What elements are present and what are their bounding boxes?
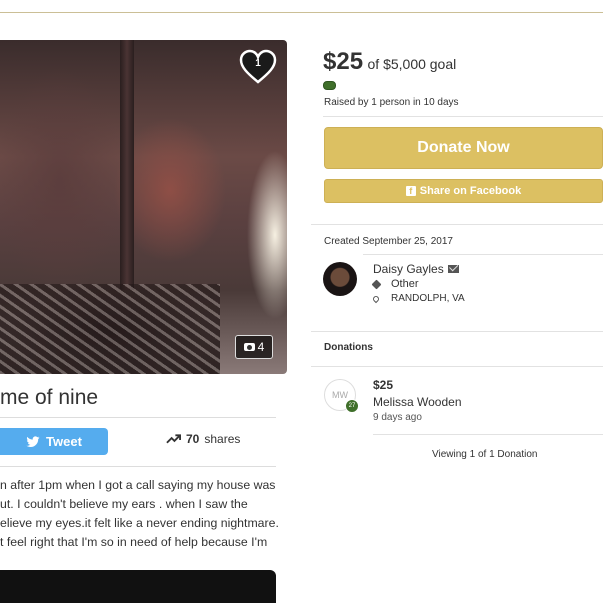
donations-heading: Donations bbox=[324, 342, 373, 353]
progress-fill bbox=[323, 81, 336, 90]
organizer-location: RANDOLPH, VA bbox=[371, 293, 465, 304]
trending-up-icon bbox=[166, 434, 181, 444]
divider bbox=[0, 466, 276, 467]
facebook-icon: f bbox=[405, 186, 416, 196]
twitter-bird-icon bbox=[26, 435, 40, 447]
campaign-photo[interactable] bbox=[0, 40, 287, 374]
photo-detail bbox=[0, 284, 220, 374]
photo-count: 4 bbox=[257, 340, 265, 354]
location-text: RANDOLPH, VA bbox=[391, 293, 465, 304]
created-date: Created September 25, 2017 bbox=[324, 236, 453, 247]
photo-gallery-button[interactable]: 4 bbox=[235, 335, 273, 359]
campaign-story: n after 1pm when I got a call saying my … bbox=[0, 476, 290, 552]
organizer-name-text[interactable]: Daisy Gayles bbox=[373, 262, 444, 276]
amount-raised: $25 bbox=[323, 48, 364, 75]
donation-amount: $25 bbox=[373, 378, 394, 392]
avatar[interactable] bbox=[323, 262, 357, 296]
location-pin-icon bbox=[371, 294, 381, 303]
tag-icon bbox=[371, 279, 382, 289]
funding-summary: $25 of $5,000 goal bbox=[323, 48, 456, 76]
story-line: n after 1pm when I got a call saying my … bbox=[0, 478, 276, 492]
share-facebook-button[interactable]: f Share on Facebook bbox=[324, 179, 603, 203]
divider bbox=[311, 331, 603, 332]
like-button[interactable]: 1 bbox=[239, 49, 277, 85]
category-text[interactable]: Other bbox=[391, 278, 419, 290]
share-count: 70 shares bbox=[166, 432, 240, 446]
mail-icon[interactable] bbox=[447, 265, 459, 273]
divider bbox=[0, 417, 276, 418]
story-line: t feel right that I'm so in need of help… bbox=[0, 535, 268, 549]
organizer-name[interactable]: Daisy Gayles bbox=[373, 262, 459, 276]
goal-text: of $5,000 goal bbox=[367, 56, 457, 72]
raised-text: Raised by 1 person in 10 days bbox=[324, 97, 459, 108]
campaign-title: me of nine bbox=[0, 386, 99, 409]
like-count: 1 bbox=[255, 58, 261, 69]
tweet-button[interactable]: Tweet bbox=[0, 428, 108, 455]
top-bar bbox=[0, 0, 603, 13]
divider bbox=[373, 434, 603, 435]
donor-name: Melissa Wooden bbox=[373, 395, 462, 409]
divider bbox=[363, 254, 603, 255]
divider bbox=[311, 224, 603, 225]
camera-icon bbox=[243, 343, 255, 351]
tweet-label: Tweet bbox=[46, 434, 82, 449]
facebook-label: Share on Facebook bbox=[419, 185, 522, 197]
video-player[interactable] bbox=[0, 570, 276, 603]
photo-detail bbox=[120, 40, 134, 290]
divider bbox=[311, 366, 603, 367]
organizer-category: Other bbox=[371, 278, 419, 290]
shares-number: 70 bbox=[186, 432, 200, 446]
story-line: ut. I couldn't believe my ears . when I … bbox=[0, 497, 248, 511]
story-line: elieve my eyes.it felt like a never endi… bbox=[0, 516, 279, 530]
donate-now-button[interactable]: Donate Now bbox=[324, 127, 603, 169]
progress-bar bbox=[323, 81, 603, 90]
divider bbox=[323, 116, 603, 117]
donation-time: 9 days ago bbox=[373, 412, 422, 423]
donor-badge: 27 bbox=[345, 399, 359, 413]
shares-label: shares bbox=[204, 432, 241, 446]
viewing-count: Viewing 1 of 1 Donation bbox=[432, 449, 538, 460]
